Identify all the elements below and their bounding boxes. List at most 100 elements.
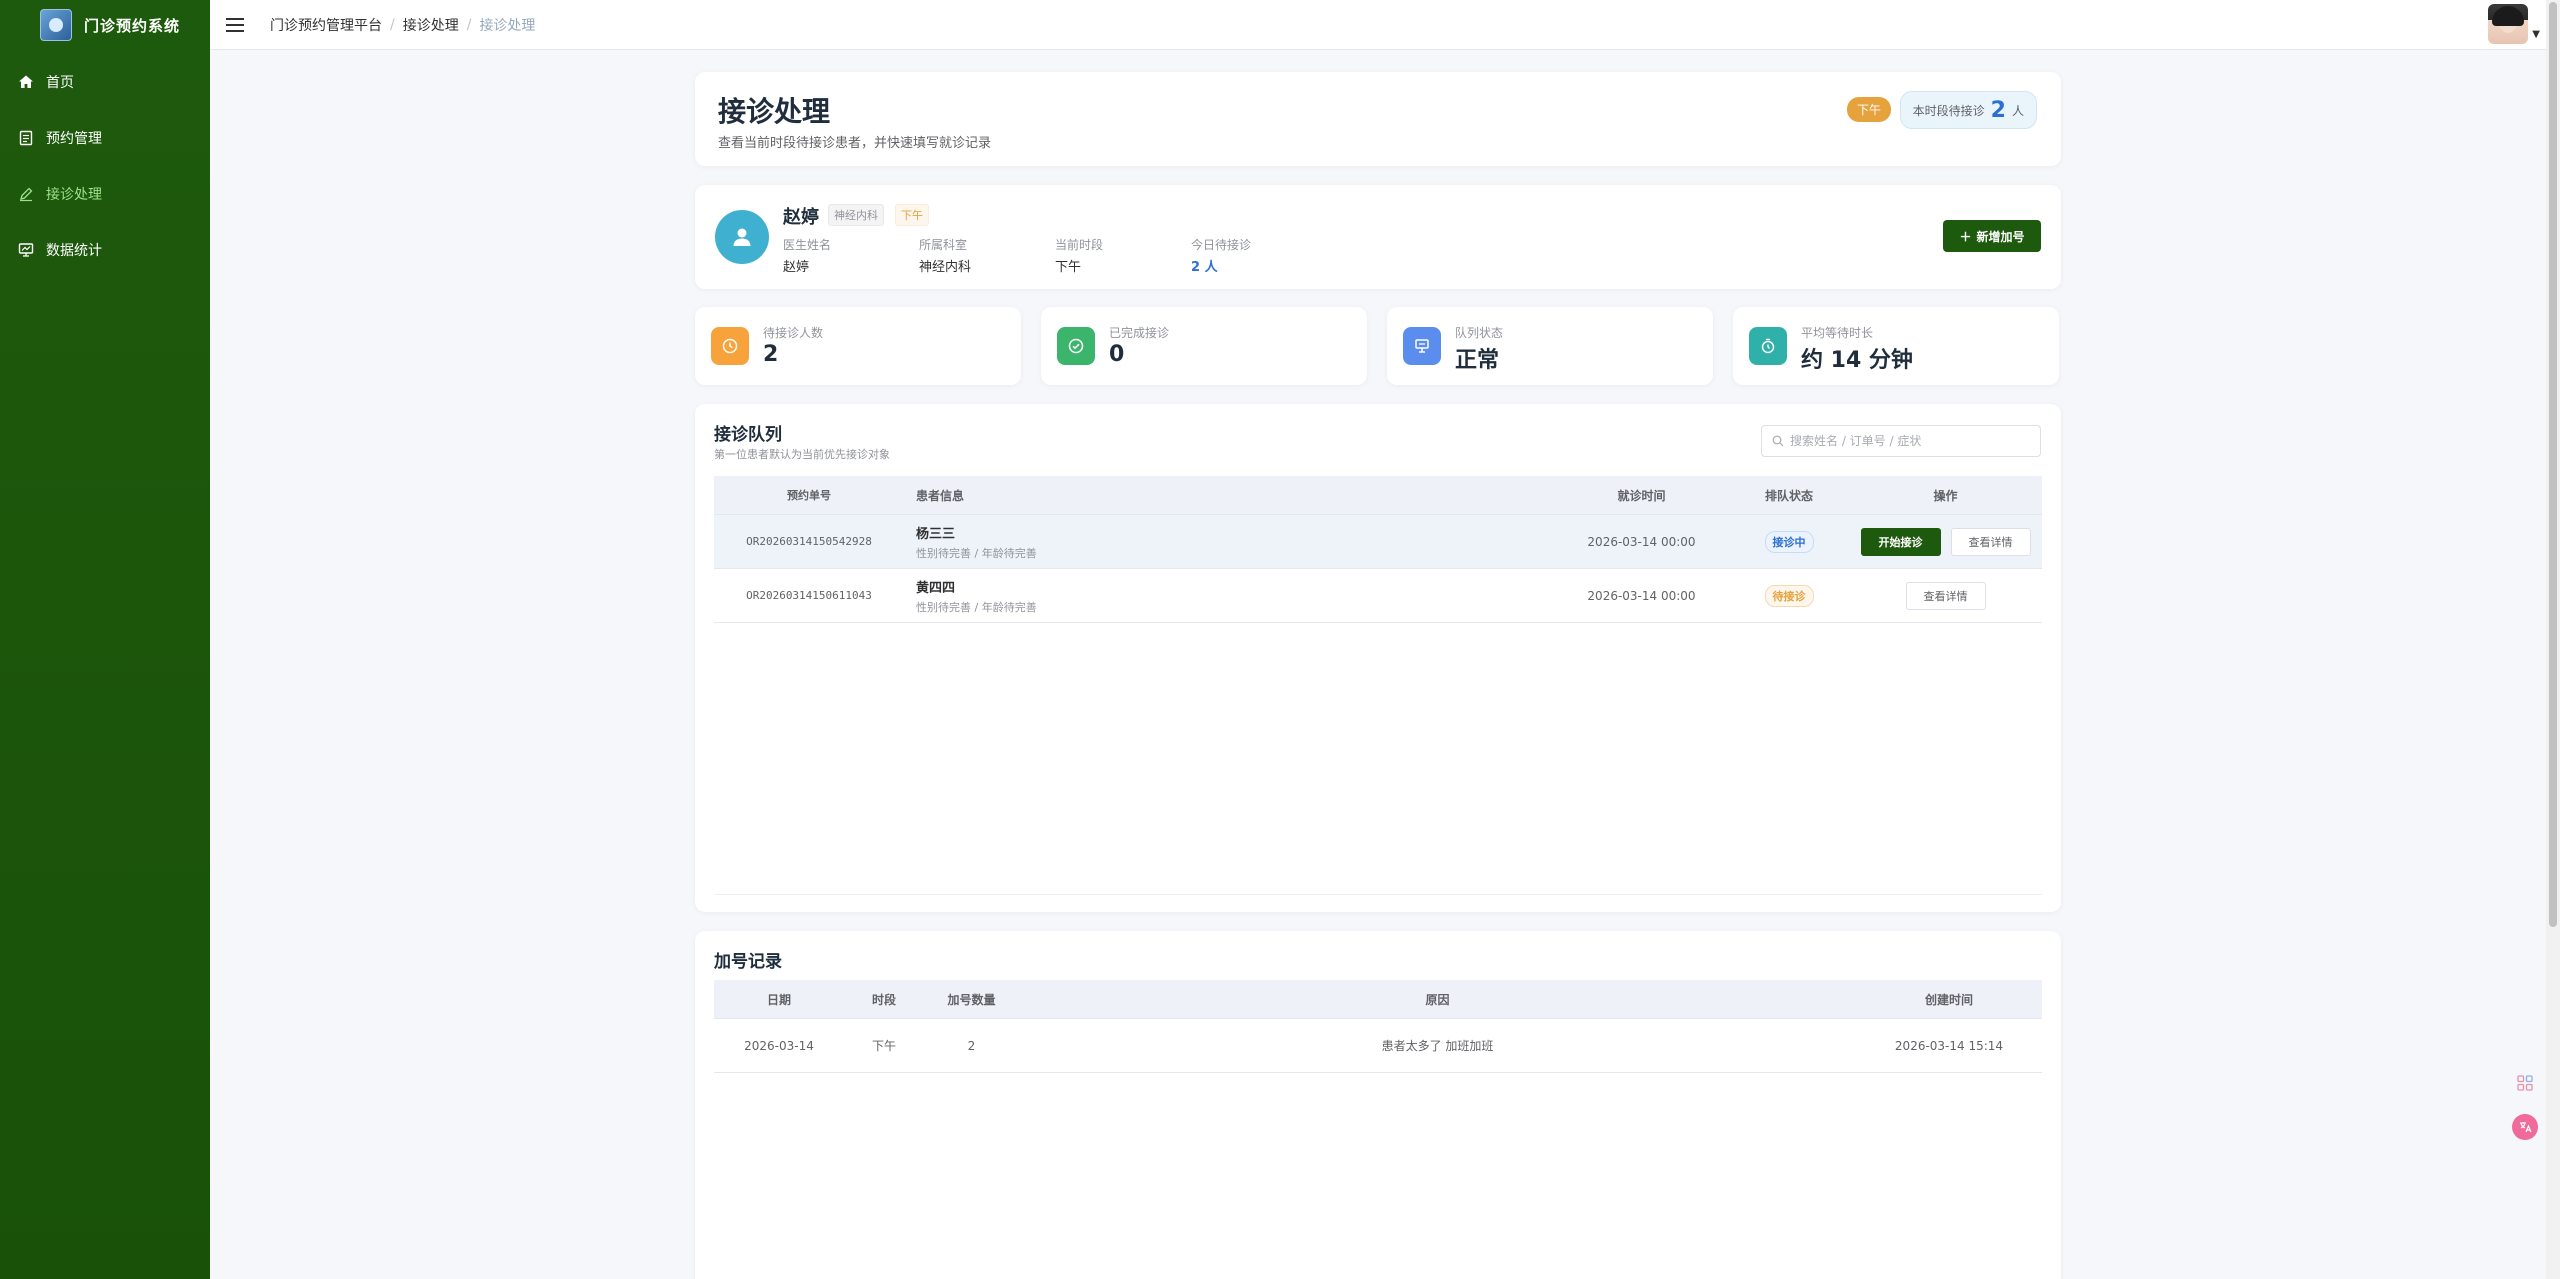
stat-value: 约 14 分钟 [1801, 348, 1913, 373]
column-header: 原因 [1425, 992, 1450, 1007]
period-tag: 下午 [895, 204, 929, 226]
record-date: 2026-03-14 [744, 1038, 814, 1053]
row-actions: 开始接诊 查看详情 [1849, 527, 2042, 556]
stat-label: 待接诊人数 [763, 326, 824, 340]
view-details-button[interactable]: 查看详情 [1905, 581, 1986, 610]
scrollbar-thumb[interactable] [2549, 2, 2557, 927]
column-header: 时段 [871, 992, 896, 1007]
waiting-count-pill: 本时段待接诊 2 人 [1899, 91, 2037, 129]
queue-table-header: 预约单号 患者信息 就诊时间 排队状态 操作 [714, 476, 2042, 515]
page-scrollbar[interactable] [2546, 0, 2560, 1279]
stat-label: 已完成接诊 [1109, 326, 1170, 340]
field-value: 神经内科 [919, 260, 972, 275]
plus-icon: ＋ [1959, 229, 1972, 244]
add-slot-label: 新增加号 [1976, 229, 2025, 244]
doctor-field-period: 当前时段 下午 [1055, 236, 1103, 275]
page-title: 接诊处理 [718, 95, 831, 128]
queue-title: 接诊队列 [714, 425, 782, 445]
doctor-name: 赵婷 [783, 207, 819, 228]
department-tag: 神经内科 [828, 204, 884, 226]
grid-tool-icon[interactable] [2512, 1070, 2538, 1096]
sidebar: 门诊预约系统 首页 预约管理 接诊处理 数据统计 [0, 0, 210, 1279]
field-value: 赵婷 [783, 260, 810, 275]
records-table: 日期 时段 加号数量 原因 创建时间 2026-03-14 下午 2 患者太多了… [714, 980, 2042, 1073]
stat-label: 平均等待时长 [1801, 326, 1874, 340]
menu-toggle-icon[interactable] [226, 16, 244, 34]
column-header: 创建时间 [1924, 992, 1973, 1007]
avatar[interactable] [2488, 4, 2529, 44]
floating-tools [2512, 1070, 2538, 1140]
stat-value: 0 [1109, 342, 1125, 367]
stat-card-queue-status: 队列状态 正常 [1387, 307, 1713, 385]
visit-time: 2026-03-14 00:00 [1587, 534, 1696, 549]
edit-icon [20, 187, 33, 202]
sidebar-item-home[interactable]: 首页 [0, 54, 210, 110]
page-subtitle: 查看当前时段待接诊患者，并快速填写就诊记录 [718, 136, 992, 151]
column-header: 日期 [766, 992, 791, 1007]
sidebar-item-label: 首页 [46, 75, 74, 91]
sidebar-item-appointments[interactable]: 预约管理 [0, 110, 210, 166]
start-consultation-button[interactable]: 开始接诊 [1860, 527, 1941, 556]
status-badge: 接诊中 [1764, 530, 1814, 553]
add-slot-records-panel: 加号记录 日期 时段 加号数量 原因 创建时间 2026-03-14 下午 2 … [695, 931, 2061, 1279]
table-row[interactable]: OR20260314150542928 杨三三 性别待完善 / 年龄待完善 20… [714, 515, 2042, 569]
clock-icon [711, 327, 749, 365]
records-title: 加号记录 [714, 952, 782, 972]
chart-icon [18, 243, 34, 257]
breadcrumb-item-current: 接诊处理 [479, 17, 536, 34]
order-number: OR20260314150542928 [746, 535, 872, 548]
breadcrumb-item-section[interactable]: 接诊处理 [403, 15, 459, 35]
row-actions: 查看详情 [1849, 581, 2042, 610]
field-label: 今日待接诊 [1191, 238, 1252, 252]
stat-label: 队列状态 [1455, 326, 1504, 340]
column-header: 患者信息 [916, 488, 965, 503]
field-label: 所属科室 [919, 238, 968, 252]
field-value: 2 人 [1191, 260, 1218, 275]
visit-time: 2026-03-14 00:00 [1587, 588, 1696, 603]
order-number: OR20260314150611043 [746, 589, 872, 602]
record-created-time: 2026-03-14 15:14 [1894, 1038, 2004, 1053]
search-input[interactable] [1790, 434, 2030, 448]
stat-card-waiting: 待接诊人数 2 [695, 307, 1021, 385]
sidebar-nav: 首页 预约管理 接诊处理 数据统计 [0, 54, 210, 278]
home-icon [19, 75, 33, 88]
status-badge: 待接诊 [1764, 584, 1814, 607]
brand[interactable]: 门诊预约系统 [0, 0, 210, 50]
table-row[interactable]: OR20260314150611043 黄四四 性别待完善 / 年龄待完善 20… [714, 569, 2042, 623]
timer-icon [1749, 327, 1787, 365]
column-header: 就诊时间 [1617, 488, 1666, 503]
record-count: 2 [967, 1038, 976, 1053]
field-value: 下午 [1055, 260, 1082, 275]
sidebar-item-consultation[interactable]: 接诊处理 [0, 166, 210, 222]
field-label: 当前时段 [1055, 238, 1104, 252]
breadcrumb-separator: / [390, 16, 395, 33]
caret-down-icon[interactable]: ▼ [2532, 29, 2540, 44]
table-row: 2026-03-14 下午 2 患者太多了 加班加班 2026-03-14 15… [714, 1019, 2042, 1073]
queue-search[interactable] [1761, 425, 2041, 457]
field-label: 医生姓名 [783, 238, 832, 252]
page-title-card: 接诊处理 查看当前时段待接诊患者，并快速填写就诊记录 下午 本时段待接诊 2 人 [695, 72, 2061, 166]
brand-title: 门诊预约系统 [84, 16, 181, 35]
queue-status: 待接诊 [1729, 584, 1849, 607]
doctor-field-name: 医生姓名 赵婷 [783, 236, 831, 275]
view-details-button[interactable]: 查看详情 [1950, 527, 2031, 556]
queue-icon [1403, 327, 1441, 365]
document-icon [19, 130, 33, 146]
column-header: 操作 [1933, 488, 1958, 503]
sidebar-item-statistics[interactable]: 数据统计 [0, 222, 210, 278]
waiting-unit: 人 [2011, 103, 2024, 118]
doctor-info-card: 赵婷 神经内科 下午 医生姓名 赵婷 所属科室 神经内科 当前时段 下午 今日待… [695, 185, 2061, 289]
records-table-header: 日期 时段 加号数量 原因 创建时间 [714, 980, 2042, 1019]
table-bottom-divider [714, 894, 2042, 895]
translate-tool-icon[interactable] [2512, 1114, 2538, 1140]
add-slot-button[interactable]: ＋ 新增加号 [1943, 220, 2041, 252]
stat-value: 2 [763, 342, 779, 367]
column-header: 预约单号 [787, 489, 831, 502]
breadcrumb-separator: / [466, 16, 472, 33]
breadcrumb-item-platform[interactable]: 门诊预约管理平台 [270, 15, 382, 35]
stat-card-avg-wait: 平均等待时长 约 14 分钟 [1733, 307, 2059, 385]
column-header: 加号数量 [947, 992, 996, 1007]
top-header: 门诊预约管理平台 / 接诊处理 / 接诊处理 ▼ [210, 0, 2560, 50]
patient-details: 性别待完善 / 年龄待完善 [916, 600, 1037, 614]
user-menu[interactable]: ▼ [2488, 4, 2540, 44]
